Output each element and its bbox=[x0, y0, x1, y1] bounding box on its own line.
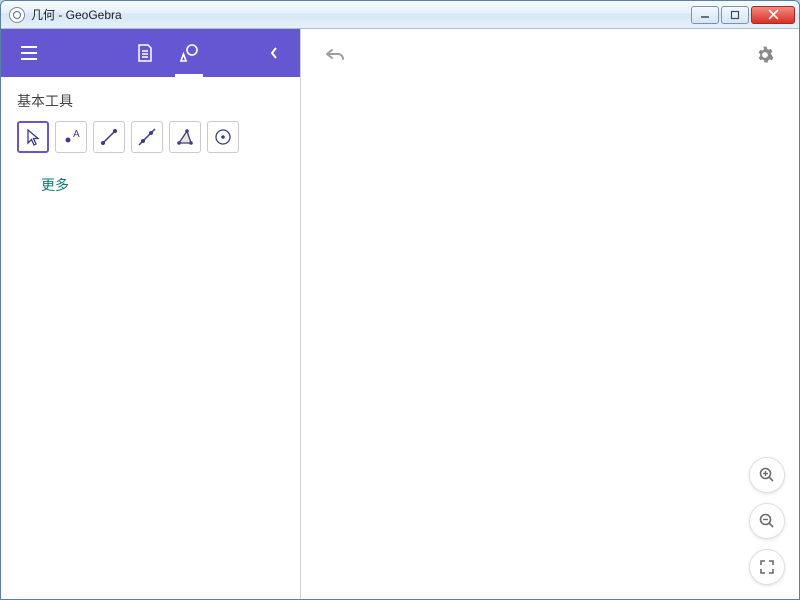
tab-algebra[interactable] bbox=[127, 29, 163, 77]
line-tool[interactable] bbox=[131, 121, 163, 153]
segment-icon bbox=[98, 126, 120, 148]
circle-icon bbox=[212, 126, 234, 148]
canvas-top-bar bbox=[319, 39, 781, 71]
titlebar[interactable]: 几何 - GeoGebra bbox=[1, 1, 799, 29]
close-button[interactable] bbox=[751, 6, 795, 24]
cursor-icon bbox=[22, 126, 44, 148]
settings-button[interactable] bbox=[749, 39, 781, 71]
zoom-out-button[interactable] bbox=[749, 503, 785, 539]
minimize-icon bbox=[700, 10, 710, 20]
fullscreen-icon bbox=[759, 559, 775, 575]
gear-icon bbox=[755, 45, 775, 65]
maximize-button[interactable] bbox=[721, 6, 749, 24]
undo-button[interactable] bbox=[319, 39, 351, 71]
document-icon bbox=[136, 43, 154, 63]
tool-body: 基本工具 A bbox=[1, 77, 300, 599]
line-icon bbox=[136, 126, 158, 148]
segment-tool[interactable] bbox=[93, 121, 125, 153]
hamburger-icon bbox=[19, 43, 39, 63]
side-panel: 基本工具 A bbox=[1, 29, 301, 599]
svg-text:A: A bbox=[73, 129, 80, 140]
geometry-icon bbox=[179, 43, 199, 63]
canvas-area[interactable] bbox=[301, 29, 799, 599]
move-tool[interactable] bbox=[17, 121, 49, 153]
more-link[interactable]: 更多 bbox=[41, 175, 284, 195]
tab-tools[interactable] bbox=[171, 29, 207, 77]
zoom-controls bbox=[749, 457, 785, 585]
app-window: 几何 - GeoGebra bbox=[0, 0, 800, 600]
tool-grid: A bbox=[17, 121, 284, 153]
point-icon: A bbox=[60, 126, 82, 148]
menu-button[interactable] bbox=[11, 35, 47, 71]
maximize-icon bbox=[730, 10, 740, 20]
undo-icon bbox=[324, 46, 346, 64]
zoom-in-button[interactable] bbox=[749, 457, 785, 493]
close-icon bbox=[768, 9, 779, 20]
section-title-basic: 基本工具 bbox=[17, 91, 284, 111]
polygon-tool[interactable] bbox=[169, 121, 201, 153]
point-tool[interactable]: A bbox=[55, 121, 87, 153]
content: 基本工具 A bbox=[1, 29, 799, 599]
fullscreen-button[interactable] bbox=[749, 549, 785, 585]
window-title: 几何 - GeoGebra bbox=[31, 6, 122, 23]
zoom-in-icon bbox=[758, 466, 776, 484]
zoom-out-icon bbox=[758, 512, 776, 530]
minimize-button[interactable] bbox=[691, 6, 719, 24]
sidebar-tabs bbox=[127, 29, 207, 77]
chevron-left-icon bbox=[269, 46, 279, 60]
window-controls bbox=[689, 6, 795, 24]
collapse-sidebar-button[interactable] bbox=[258, 37, 290, 69]
app-icon bbox=[9, 7, 25, 23]
sidebar-toolbar bbox=[1, 29, 300, 77]
polygon-icon bbox=[174, 126, 196, 148]
circle-tool[interactable] bbox=[207, 121, 239, 153]
